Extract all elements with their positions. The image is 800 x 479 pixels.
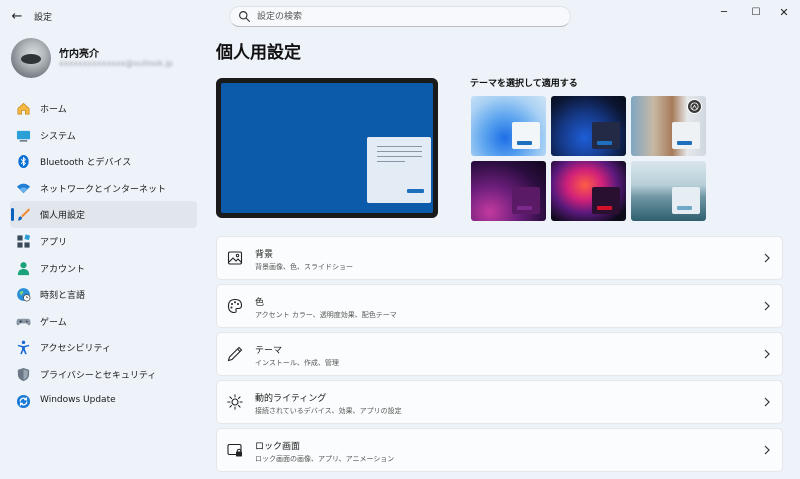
themes-title: テーマを選択して適用する xyxy=(470,79,578,89)
sidebar-item-label: ゲーム xyxy=(40,317,67,328)
home-icon xyxy=(17,102,30,115)
search-icon xyxy=(239,11,250,22)
close-button[interactable]: ✕ xyxy=(766,0,800,24)
chevron-right-icon xyxy=(764,445,770,455)
picture-icon xyxy=(227,251,243,265)
card-themes[interactable]: テーマ インストール、作成、管理 xyxy=(216,332,783,376)
sidebar-item-network[interactable]: ネットワークとインターネット xyxy=(10,175,197,202)
lighting-icon xyxy=(227,394,243,410)
time-language-icon xyxy=(17,288,31,302)
preview-line xyxy=(377,146,422,147)
sidebar-item-accounts[interactable]: アカウント xyxy=(10,255,197,282)
wifi-icon xyxy=(16,183,31,193)
sidebar-item-system[interactable]: システム xyxy=(10,122,197,149)
card-subtitle: 背景画像、色、スライドショー xyxy=(255,263,353,271)
app-title: 設定 xyxy=(34,13,53,23)
preview-screen xyxy=(221,83,433,213)
sidebar-nav: ホーム システム Bluetooth とデバイス ネットワークとインターネット … xyxy=(10,95,197,414)
sidebar-item-home[interactable]: ホーム xyxy=(10,95,197,122)
theme-accent xyxy=(677,206,692,210)
card-title: 色 xyxy=(255,298,265,308)
chevron-right-icon xyxy=(764,253,770,263)
preview-line xyxy=(377,151,422,152)
sidebar-item-label: 時刻と言語 xyxy=(40,291,86,302)
theme-captured-motion[interactable] xyxy=(551,161,626,221)
user-email: xxxxxxxxxxxxxx@outlook.jp xyxy=(59,59,173,68)
card-title: 動的ライティング xyxy=(255,394,327,404)
sidebar-item-label: ホーム xyxy=(40,105,67,115)
sidebar-item-apps[interactable]: アプリ xyxy=(10,228,197,255)
card-color[interactable]: 色 アクセント カラー、透明度効果、配色テーマ xyxy=(216,284,783,328)
card-subtitle: インストール、作成、管理 xyxy=(255,359,339,367)
update-icon xyxy=(16,394,31,408)
spotlight-icon xyxy=(687,99,702,114)
theme-accent xyxy=(517,141,532,145)
accessibility-icon xyxy=(17,341,30,355)
palette-icon xyxy=(227,298,243,314)
sidebar-item-personalization[interactable]: 個人用設定 xyxy=(10,201,197,228)
sidebar-item-accessibility[interactable]: アクセシビリティ xyxy=(10,334,197,361)
theme-glow[interactable] xyxy=(471,161,546,221)
card-title: テーマ xyxy=(255,346,283,356)
card-subtitle: 接続されているデバイス、効果、アプリの設定 xyxy=(255,407,402,415)
theme-accent xyxy=(677,141,692,145)
sidebar-item-label: アカウント xyxy=(40,264,86,275)
sidebar-item-gaming[interactable]: ゲーム xyxy=(10,308,197,335)
preview-line xyxy=(377,156,422,157)
gamepad-icon xyxy=(16,318,31,326)
sidebar-item-privacy[interactable]: プライバシーとセキュリティ xyxy=(10,361,197,388)
card-subtitle: アクセント カラー、透明度効果、配色テーマ xyxy=(255,311,397,319)
theme-windows-light[interactable] xyxy=(471,96,546,156)
desktop-preview xyxy=(216,78,438,218)
card-dynamic-lighting[interactable]: 動的ライティング 接続されているデバイス、効果、アプリの設定 xyxy=(216,380,783,424)
minimize-button[interactable]: ─ xyxy=(706,0,742,24)
theme-accent xyxy=(517,206,532,210)
theme-spotlight[interactable] xyxy=(631,96,706,156)
chevron-right-icon xyxy=(764,397,770,407)
bluetooth-icon xyxy=(18,155,29,169)
account-icon xyxy=(17,261,30,275)
card-title: 背景 xyxy=(255,250,274,260)
sidebar-item-label: プライバシーとセキュリティ xyxy=(40,370,157,381)
sidebar-item-label: Windows Update xyxy=(40,394,116,405)
title-bar: ← 設定 ─ ☐ ✕ xyxy=(0,0,800,32)
theme-accent xyxy=(597,141,612,145)
search-input[interactable] xyxy=(257,9,557,24)
sidebar-item-windows-update[interactable]: Windows Update xyxy=(10,388,197,415)
card-background[interactable]: 背景 背景画像、色、スライドショー xyxy=(216,236,783,280)
preview-button xyxy=(407,189,424,193)
apps-icon xyxy=(17,234,31,248)
sidebar-item-label: Bluetooth とデバイス xyxy=(40,158,132,169)
avatar[interactable] xyxy=(11,38,51,78)
preview-window xyxy=(367,137,431,203)
sidebar-item-label: システム xyxy=(40,131,76,142)
sidebar-item-label: 個人用設定 xyxy=(40,211,86,222)
sidebar-item-time-language[interactable]: 時刻と言語 xyxy=(10,281,197,308)
chevron-right-icon xyxy=(764,301,770,311)
chevron-right-icon xyxy=(764,349,770,359)
shield-icon xyxy=(17,367,30,381)
theme-windows-dark[interactable] xyxy=(551,96,626,156)
card-subtitle: ロック画面の画像、アプリ、アニメーション xyxy=(255,455,395,463)
lock-screen-icon xyxy=(227,443,242,457)
page-title: 個人用設定 xyxy=(216,43,301,63)
theme-accent xyxy=(597,206,612,210)
user-name: 竹内亮介 xyxy=(59,49,99,60)
search-box[interactable] xyxy=(229,6,571,27)
card-title: ロック画面 xyxy=(255,442,301,452)
theme-flow[interactable] xyxy=(631,161,706,221)
sidebar-item-label: ネットワークとインターネット xyxy=(40,184,167,195)
sidebar-item-label: アクセシビリティ xyxy=(40,344,112,355)
sidebar-item-bluetooth[interactable]: Bluetooth とデバイス xyxy=(10,148,197,175)
system-icon xyxy=(16,130,31,142)
back-button[interactable]: ← xyxy=(6,6,28,26)
brush-icon xyxy=(17,208,31,221)
sidebar-item-label: アプリ xyxy=(40,237,68,248)
card-lock-screen[interactable]: ロック画面 ロック画面の画像、アプリ、アニメーション xyxy=(216,428,783,472)
pen-icon xyxy=(227,346,243,362)
preview-line xyxy=(377,161,405,162)
